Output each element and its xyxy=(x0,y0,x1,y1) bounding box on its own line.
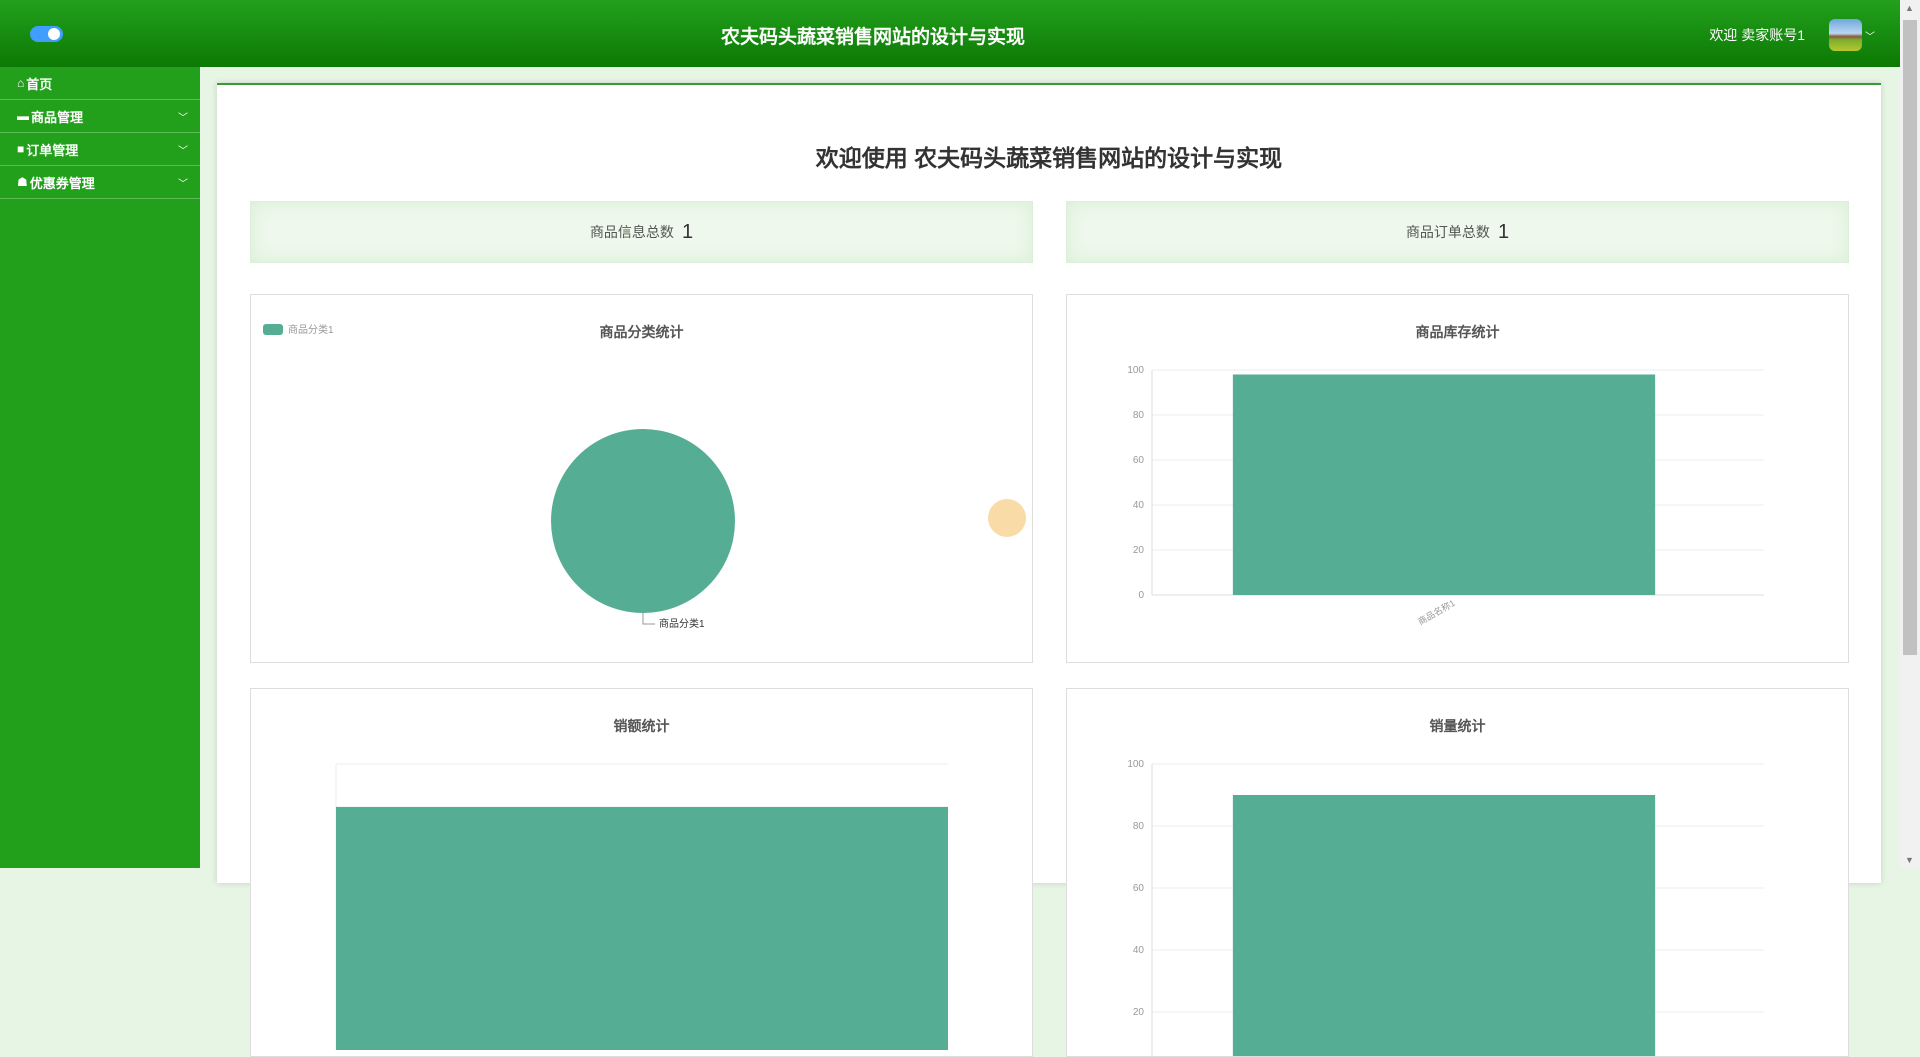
y-tick-label: 20 xyxy=(1133,545,1145,556)
sidebar-toggle[interactable] xyxy=(30,26,63,42)
y-tick-label: 40 xyxy=(1133,500,1145,511)
list-icon: ▬ xyxy=(17,109,29,123)
sidebar-item-products[interactable]: ▬ 商品管理 ﹀ xyxy=(0,100,200,133)
chevron-down-icon: ﹀ xyxy=(178,112,188,124)
bag-icon: ☗ xyxy=(17,175,28,189)
stat-value: 1 xyxy=(681,220,694,243)
stat-order-count: 商品订单总数 1 xyxy=(1066,201,1849,263)
y-tick-label: 80 xyxy=(1133,410,1145,421)
sidebar-item-orders[interactable]: ■ 订单管理 ﹀ xyxy=(0,133,200,166)
sidebar: ⌂ 首页 ▬ 商品管理 ﹀ ■ 订单管理 ﹀ ☗ 优惠券管理 ﹀ xyxy=(0,67,200,868)
y-tick-label: 100 xyxy=(1127,365,1144,376)
cursor-highlight xyxy=(988,499,1026,537)
scroll-down-icon[interactable]: ▼ xyxy=(1905,855,1914,865)
chevron-down-icon: ﹀ xyxy=(178,145,188,157)
chevron-down-icon: ﹀ xyxy=(178,178,188,190)
user-welcome[interactable]: 欢迎 卖家账号1 xyxy=(1709,25,1805,45)
category-pie-chart: 商品分类统计 商品分类1 商品分类1 xyxy=(250,294,1033,663)
legend-label: 商品分类1 xyxy=(288,323,334,336)
stock-bar-chart: 商品库存统计 0 20 40 60 80 100 商品名称1 xyxy=(1066,294,1849,663)
stat-label: 商品订单总数 xyxy=(1405,224,1490,240)
y-tick-label: 60 xyxy=(1133,455,1145,466)
chart-svg: 0 20 40 60 80 100 商品名称1 xyxy=(1127,365,1764,627)
page-title: 欢迎使用 农夫码头蔬菜销售网站的设计与实现 xyxy=(815,145,1283,171)
sidebar-item-label: 优惠券管理 xyxy=(29,175,95,191)
sales-amount-chart: 销额统计 xyxy=(250,688,1033,1057)
home-icon: ⌂ xyxy=(17,76,25,90)
sidebar-item-coupons[interactable]: ☗ 优惠券管理 ﹀ xyxy=(0,166,200,199)
bar xyxy=(336,806,948,1050)
scroll-up-icon[interactable]: ▲ xyxy=(1905,3,1914,13)
bar xyxy=(1232,795,1656,1056)
y-tick-label: 40 xyxy=(1133,945,1145,956)
chart-svg: 商品分类1 商品分类1 xyxy=(263,323,735,630)
scrollbar-thumb[interactable] xyxy=(1903,20,1917,655)
bar xyxy=(1232,374,1656,595)
stat-label: 商品信息总数 xyxy=(589,224,674,240)
y-tick-label: 100 xyxy=(1127,759,1144,770)
stat-product-count: 商品信息总数 1 xyxy=(250,201,1033,263)
sidebar-item-label: 商品管理 xyxy=(31,109,84,125)
sidebar-item-home[interactable]: ⌂ 首页 xyxy=(0,67,200,100)
app-title: 农夫码头蔬菜销售网站的设计与实现 xyxy=(720,27,1026,48)
book-icon: ■ xyxy=(17,142,25,156)
chart-svg xyxy=(335,763,948,1050)
legend-swatch xyxy=(263,324,283,335)
pie-label: 商品分类1 xyxy=(659,617,705,630)
y-tick-label: 0 xyxy=(1138,590,1144,601)
stat-value: 1 xyxy=(1497,220,1510,243)
avatar[interactable] xyxy=(1829,19,1862,51)
sidebar-item-label: 订单管理 xyxy=(26,142,79,158)
x-tick-label: 商品名称1 xyxy=(1416,597,1457,627)
sidebar-item-label: 首页 xyxy=(26,76,53,92)
pie-slice xyxy=(551,429,735,613)
y-tick-label: 80 xyxy=(1133,821,1145,832)
pie-label-line xyxy=(642,613,655,625)
top-header: 农夫码头蔬菜销售网站的设计与实现 欢迎 卖家账号1 ﹀ xyxy=(0,0,1900,67)
y-tick-label: 60 xyxy=(1133,883,1145,894)
chevron-down-icon[interactable]: ﹀ xyxy=(1865,28,1875,43)
scrollbar[interactable]: ▲ ▼ xyxy=(1900,0,1920,868)
sales-volume-chart: 销量统计 020406080100商品名称1 xyxy=(1066,688,1849,1057)
chart-svg: 020406080100商品名称1 xyxy=(1127,759,1764,1056)
y-tick-label: 20 xyxy=(1133,1007,1145,1018)
dashboard-card: 欢迎使用 农夫码头蔬菜销售网站的设计与实现 商品信息总数 1 商品订单总数 1 商品… xyxy=(217,83,1881,1057)
